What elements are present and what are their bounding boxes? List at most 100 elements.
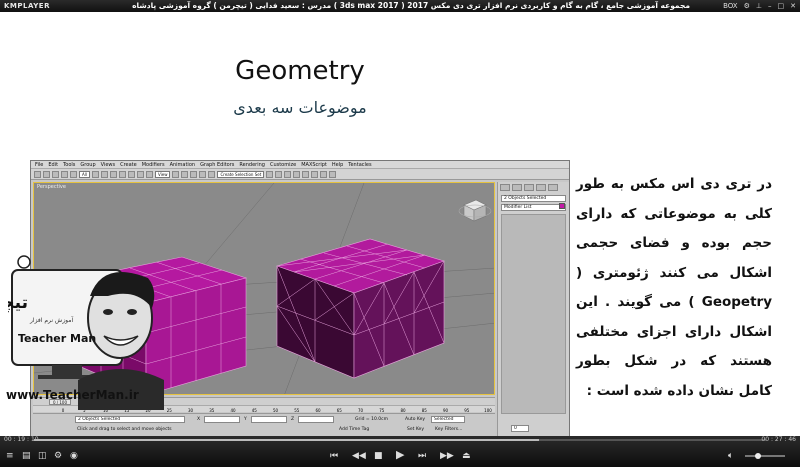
logo-persian-name: تیچرمن bbox=[8, 293, 28, 313]
max-menu-item: Animation bbox=[169, 161, 196, 168]
modifier-list-dropdown: Modifier List bbox=[501, 204, 566, 211]
player-control-bar: 00 : 19 : 10 00 : 27 : 46 ≡ ▤ ◫ ⚙ ◉ ⏮ ◀◀… bbox=[0, 436, 800, 467]
max-status-bar: 2 Objects Selected Click and drag to sel… bbox=[33, 413, 495, 436]
max-menu-item: Edit bbox=[48, 161, 59, 168]
z-coord-field bbox=[298, 416, 334, 423]
add-time-tag: Add Time Tag bbox=[339, 427, 370, 432]
maximize-icon[interactable]: □ bbox=[778, 0, 785, 12]
total-time: 00 : 27 : 46 bbox=[761, 436, 796, 443]
selection-filter-dropdown: All bbox=[79, 170, 90, 178]
prompt-line: Click and drag to select and move object… bbox=[77, 427, 172, 432]
minimize-icon[interactable]: – bbox=[768, 0, 772, 12]
snap-icon bbox=[181, 170, 189, 178]
display-tab-icon bbox=[548, 184, 558, 191]
right-box bbox=[276, 238, 445, 379]
command-panel-tabs bbox=[498, 182, 569, 193]
material-editor-icon bbox=[311, 170, 319, 178]
info-icon[interactable]: ◉ bbox=[70, 451, 78, 461]
selection-name-field: 2 Objects Selected bbox=[501, 195, 566, 202]
pin-icon[interactable]: ⊥ bbox=[756, 0, 762, 12]
logo-monitor-stand bbox=[52, 365, 82, 375]
slide-title: Geometry bbox=[235, 56, 365, 86]
max-menu-item: MAXScript bbox=[301, 161, 327, 168]
max-menu-item: Create bbox=[120, 161, 137, 168]
open-file-icon[interactable]: ▤ bbox=[22, 451, 31, 461]
auto-key-button: Auto Key bbox=[405, 417, 426, 422]
menu-icon[interactable]: ≡ bbox=[6, 451, 14, 461]
play-icon[interactable]: ▶ bbox=[396, 449, 404, 460]
max-menu-item: Group bbox=[80, 161, 96, 168]
unlink-icon bbox=[61, 170, 68, 178]
move-icon bbox=[127, 170, 135, 178]
x-coord-field bbox=[204, 416, 240, 423]
grid-size: Grid = 10.0cm bbox=[355, 417, 388, 422]
schematic-icon bbox=[302, 170, 310, 178]
percent-snap-icon bbox=[199, 170, 207, 178]
y-coord-field bbox=[251, 416, 287, 423]
previous-icon[interactable]: ⏮ bbox=[330, 451, 338, 461]
max-menu-item: Help bbox=[331, 161, 344, 168]
selection-status: 2 Objects Selected bbox=[75, 416, 185, 423]
selected-dropdown: Selected bbox=[431, 416, 465, 423]
seek-bar[interactable]: 00 : 19 : 10 00 : 27 : 46 bbox=[0, 436, 800, 444]
hierarchy-tab-icon bbox=[524, 184, 534, 191]
align-icon bbox=[275, 170, 283, 178]
curve-editor-icon bbox=[293, 170, 301, 178]
fast-forward-icon[interactable]: ▶▶ bbox=[440, 451, 454, 461]
player-title-bar: KMPLAYER مجموعه آموزشی جامع ، گام به گام… bbox=[0, 0, 800, 12]
window-crossing-icon bbox=[118, 170, 126, 178]
key-filters-button: Key Filters... bbox=[435, 427, 463, 432]
max-menu-item: File bbox=[35, 161, 44, 168]
settings-icon[interactable]: ⚙ bbox=[54, 451, 62, 461]
kmplayer-logo[interactable]: KMPLAYER bbox=[4, 0, 50, 12]
max-main-toolbar: All View Create Selection Set bbox=[31, 169, 569, 180]
logo-eye-right bbox=[127, 309, 137, 315]
rect-select-icon bbox=[109, 170, 117, 178]
video-title: مجموعه آموزشی جامع ، گام به گام و کاربرد… bbox=[130, 1, 690, 10]
z-label: Z bbox=[291, 417, 295, 422]
select-by-name-icon bbox=[100, 170, 108, 178]
max-menu-item: Tools bbox=[63, 161, 76, 168]
current-frame-field: 0 bbox=[511, 425, 529, 432]
teacherman-url: www.TeacherMan.ir bbox=[6, 388, 139, 402]
link-icon bbox=[52, 170, 59, 178]
slide-subtitle: موضوعات سه بعدی bbox=[233, 98, 367, 117]
spinner-snap-icon bbox=[208, 170, 216, 178]
modify-tab-icon bbox=[512, 184, 522, 191]
volume-knob[interactable] bbox=[755, 453, 761, 459]
next-icon[interactable]: ⏭ bbox=[418, 451, 426, 461]
slide-body-text: در تری دی اس مکس به طور کلی به موضوعاتی … bbox=[576, 176, 772, 399]
max-menu-item: Customize bbox=[269, 161, 297, 168]
view-cube bbox=[458, 199, 492, 222]
undo-icon bbox=[34, 170, 41, 178]
rewind-icon[interactable]: ◀◀ bbox=[352, 451, 366, 461]
motion-tab-icon bbox=[536, 184, 546, 191]
object-color-swatch bbox=[559, 203, 565, 209]
pivot-icon bbox=[172, 170, 180, 178]
volume-slider[interactable] bbox=[745, 453, 785, 459]
video-frame[interactable]: Geometry موضوعات سه بعدی در تری دی اس مک… bbox=[0, 12, 800, 436]
logo-badge bbox=[17, 255, 31, 269]
bind-icon bbox=[70, 170, 77, 178]
mirror-icon bbox=[266, 170, 274, 178]
command-panel: 2 Objects Selected Modifier List bbox=[497, 182, 569, 436]
eject-icon[interactable]: ⏏ bbox=[462, 451, 471, 461]
close-icon[interactable]: ✕ bbox=[790, 0, 796, 12]
stop-icon[interactable]: ■ bbox=[374, 451, 383, 461]
redo-icon bbox=[43, 170, 50, 178]
speaker-icon[interactable]: 🔈︎ bbox=[728, 451, 733, 461]
rotate-icon bbox=[136, 170, 144, 178]
three-d-icon[interactable]: ◫ bbox=[38, 451, 47, 461]
layer-icon bbox=[284, 170, 292, 178]
render-icon bbox=[329, 170, 337, 178]
logo-english-name: Teacher Man bbox=[18, 332, 96, 345]
y-label: Y bbox=[244, 417, 247, 422]
set-key-button: Set Key bbox=[407, 427, 424, 432]
max-menu-item: Rendering bbox=[239, 161, 265, 168]
max-menu-item: Graph Editors bbox=[200, 161, 235, 168]
seek-track[interactable] bbox=[34, 439, 766, 441]
gear-icon[interactable]: ⚙ bbox=[744, 0, 750, 12]
max-menu-item: Tentacles bbox=[348, 161, 372, 168]
box-button[interactable]: BOX bbox=[723, 0, 738, 12]
window-controls: BOX ⚙ ⊥ – □ ✕ bbox=[723, 0, 796, 12]
